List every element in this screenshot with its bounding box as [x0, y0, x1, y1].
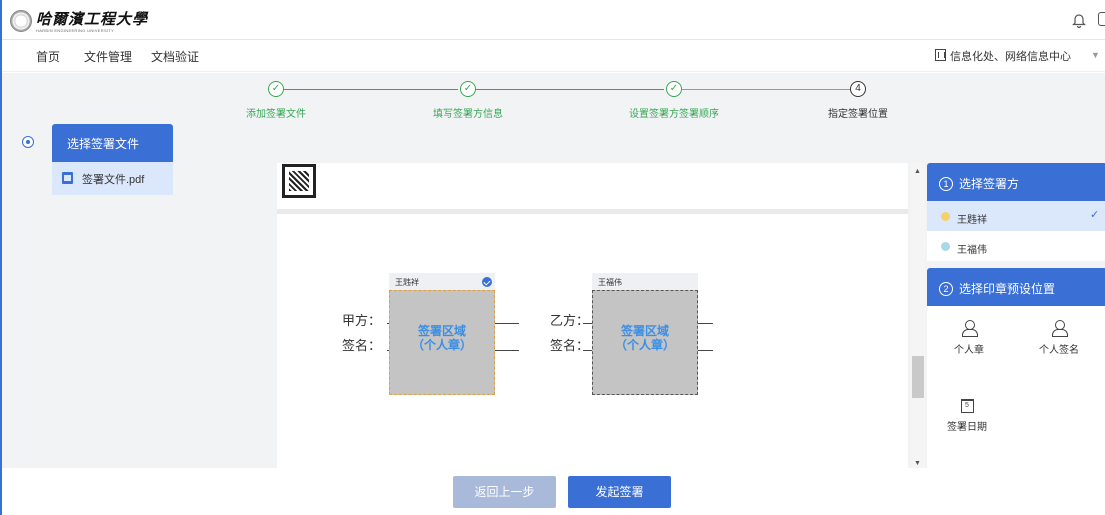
- seal-option-label: 个人签名: [1039, 345, 1079, 356]
- qr-code-icon: [282, 164, 316, 198]
- step-connector: [284, 89, 458, 90]
- signature-area-title: 签署区域: [417, 324, 466, 338]
- step-connector: [476, 89, 664, 90]
- signer-option[interactable]: 王韪祥 ✓: [927, 201, 1105, 231]
- step-label: 设置签署方签署顺序: [629, 109, 719, 120]
- file-list-item[interactable]: 签署文件.pdf: [52, 162, 173, 195]
- top-header: 哈爾濱工程大學 HARBIN ENGINEERING UNIVERSITY: [2, 0, 1105, 40]
- sign-label: 签名：: [342, 339, 382, 354]
- step-number: 2: [939, 282, 953, 296]
- party-a-label: 甲方：: [342, 314, 382, 329]
- person-icon: [1052, 320, 1068, 337]
- step-label: 填写签署方信息: [433, 109, 503, 120]
- signature-box-signer: 王福伟: [598, 278, 622, 287]
- select-signer-header: 1 选择签署方: [927, 163, 1105, 201]
- document-page: [277, 163, 908, 209]
- scroll-down-icon[interactable]: ▼: [914, 460, 921, 467]
- signature-box-header: 王福伟: [592, 273, 698, 290]
- seal-option-label: 签署日期: [947, 422, 987, 433]
- seal-option-sign-date[interactable]: 5 签署日期: [937, 399, 997, 433]
- seal-option-personal-signature[interactable]: 个人签名: [1029, 320, 1089, 356]
- step-label: 添加签署文件: [246, 109, 306, 120]
- check-icon: ✓: [1090, 209, 1100, 221]
- university-seal-icon: [10, 10, 32, 32]
- step-connector: [682, 89, 850, 90]
- signer-name: 王福伟: [957, 245, 987, 256]
- signature-box-signer: 王韪祥: [395, 278, 419, 287]
- back-button[interactable]: 返回上一步: [453, 476, 556, 508]
- signature-area-title: 签署区域: [620, 324, 669, 338]
- logo-subtitle: HARBIN ENGINEERING UNIVERSITY: [36, 28, 115, 33]
- signer-option[interactable]: 王福伟: [927, 231, 1105, 261]
- signer-color-dot: [941, 242, 950, 251]
- seal-option-label: 个人章: [954, 345, 984, 356]
- step-done-check-icon: ✓: [268, 81, 284, 97]
- person-icon: [962, 320, 978, 337]
- step-current-number: 4: [850, 81, 866, 97]
- app-frame: 哈爾濱工程大學 HARBIN ENGINEERING UNIVERSITY 首页…: [0, 0, 1105, 515]
- pdf-file-icon: [62, 172, 73, 184]
- logout-icon[interactable]: [1098, 12, 1105, 26]
- scroll-up-icon[interactable]: ▲: [914, 168, 921, 175]
- logo-text: 哈爾濱工程大學: [36, 10, 149, 28]
- chevron-down-icon[interactable]: ▼: [1091, 50, 1100, 60]
- step-done-check-icon: ✓: [666, 81, 682, 97]
- signature-box-header: 王韪祥: [389, 273, 495, 290]
- step-done-check-icon: ✓: [460, 81, 476, 97]
- content-area: ✓ ✓ ✓ 4 添加签署文件 填写签署方信息 设置签署方签署顺序 指定签署位置 …: [2, 73, 1105, 515]
- calendar-icon: 5: [960, 399, 974, 413]
- bell-icon[interactable]: [1072, 12, 1086, 28]
- nav-item-document-verify[interactable]: 文档验证: [151, 48, 199, 65]
- nav-item-file-management[interactable]: 文件管理: [84, 48, 132, 65]
- right-panel: 1 选择签署方 王韪祥 ✓ 王福伟 2 选择印章预设位置 个人章 个人签名 5 …: [927, 163, 1105, 515]
- nav-item-home[interactable]: 首页: [36, 48, 60, 65]
- step-number: 1: [939, 177, 953, 191]
- select-seal-position-header: 2 选择印章预设位置: [927, 268, 1105, 306]
- seal-option-personal-seal[interactable]: 个人章: [939, 320, 999, 356]
- main-nav: 首页 文件管理 文档验证 信息化处、网络信息中心 ▼: [2, 40, 1105, 72]
- signer-name: 王韪祥: [957, 215, 987, 226]
- seal-options: 个人章 个人签名 5 签署日期: [927, 306, 1105, 468]
- building-icon: [935, 49, 946, 61]
- signer-color-dot: [941, 212, 950, 221]
- scrollbar-thumb[interactable]: [912, 356, 924, 398]
- file-name: 签署文件.pdf: [82, 174, 145, 186]
- signature-area-subtitle: （个人章）: [614, 338, 675, 352]
- file-radio[interactable]: [22, 136, 34, 148]
- action-bar: 返回上一步 发起签署: [2, 468, 1105, 515]
- sign-label: 签名：: [550, 339, 590, 354]
- section-title: 选择印章预设位置: [959, 282, 1056, 296]
- initiate-signing-button[interactable]: 发起签署: [568, 476, 671, 508]
- org-name[interactable]: 信息化处、网络信息中心: [950, 48, 1071, 64]
- check-circle-icon: [482, 277, 492, 287]
- party-b-label: 乙方：: [550, 314, 590, 329]
- file-list-title: 选择签署文件: [52, 124, 173, 162]
- section-title: 选择签署方: [959, 177, 1020, 191]
- document-scrollbar[interactable]: [911, 163, 925, 468]
- signature-area-subtitle: （个人章）: [411, 338, 472, 352]
- step-label-current: 指定签署位置: [828, 109, 888, 120]
